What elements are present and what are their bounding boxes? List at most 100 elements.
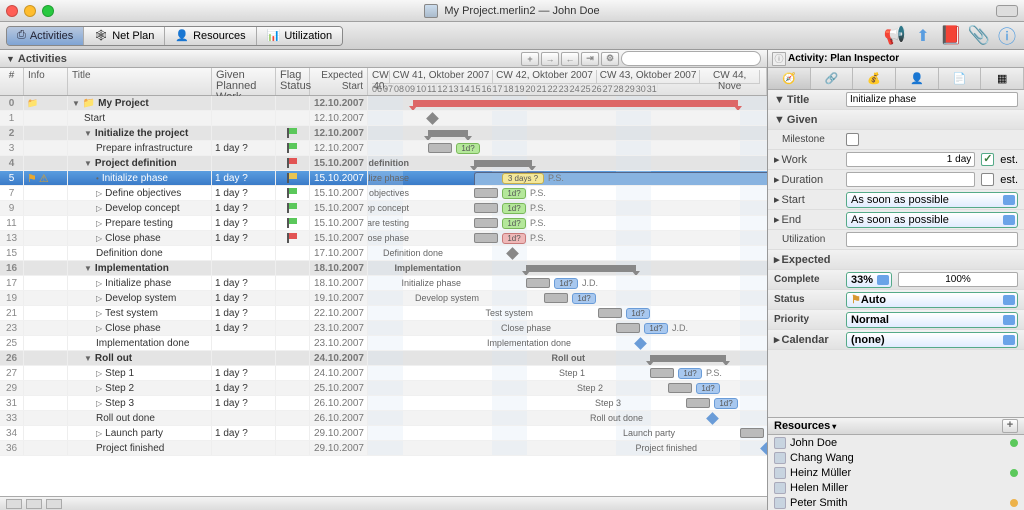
disclosure-icon[interactable]: •: [96, 174, 99, 183]
view-mode-1[interactable]: [6, 499, 22, 509]
task-bar[interactable]: [616, 323, 640, 333]
task-bar[interactable]: [544, 293, 568, 303]
start-select[interactable]: As soon as possible: [846, 192, 1018, 208]
resource-row[interactable]: Chang Wang: [768, 450, 1024, 465]
end-select[interactable]: As soon as possible: [846, 212, 1018, 228]
task-bar[interactable]: [526, 278, 550, 288]
disclosure-icon[interactable]: ▷: [96, 279, 102, 288]
status-select[interactable]: ⚑ Auto: [846, 292, 1018, 308]
activity-row[interactable]: 21▷Test system1 day ?22.10.2007Test syst…: [0, 306, 767, 321]
disclosure-icon[interactable]: ▷: [96, 309, 102, 318]
activity-row[interactable]: 34▷Launch party1 day ?29.10.2007Launch p…: [0, 426, 767, 441]
insp-title-input[interactable]: [846, 92, 1018, 107]
task-bar[interactable]: [474, 203, 498, 213]
activity-row[interactable]: 29▷Step 21 day ?25.10.2007Step 21d?: [0, 381, 767, 396]
activity-row[interactable]: 15Definition done17.10.2007Definition do…: [0, 246, 767, 261]
task-bar[interactable]: [474, 233, 498, 243]
duration-input[interactable]: [846, 172, 975, 187]
tab-netplan[interactable]: 🕸Net Plan: [84, 27, 165, 45]
insp-tab-more[interactable]: ▦: [981, 68, 1024, 89]
col-given[interactable]: GivenPlanned Work: [212, 68, 276, 95]
insp-tab-doc[interactable]: 📄: [939, 68, 982, 89]
insp-tab-dep[interactable]: 🔗: [811, 68, 854, 89]
activity-row[interactable]: 31▷Step 31 day ?26.10.2007Step 31d?: [0, 396, 767, 411]
tab-utilization[interactable]: 📊Utilization: [257, 27, 342, 45]
work-input[interactable]: [846, 152, 975, 167]
minimize-icon[interactable]: [24, 5, 36, 17]
activity-row[interactable]: 13▷Close phase1 day ?15.10.2007Close pha…: [0, 231, 767, 246]
task-bar[interactable]: [686, 398, 710, 408]
activity-row[interactable]: 19▷Develop system1 day ?19.10.2007Develo…: [0, 291, 767, 306]
activity-row[interactable]: 23▷Close phase1 day ?23.10.2007Close pha…: [0, 321, 767, 336]
milestone-icon[interactable]: [506, 247, 519, 260]
complete-pct-select[interactable]: 33%: [846, 272, 892, 288]
activity-row[interactable]: 1Start12.10.2007Start: [0, 111, 767, 126]
task-bar[interactable]: [474, 188, 498, 198]
insp-section-title[interactable]: ▼Title: [768, 90, 1024, 110]
summary-bar[interactable]: [474, 160, 532, 167]
task-bar[interactable]: [740, 428, 764, 438]
activity-row[interactable]: 26▼Roll out24.10.2007Roll out: [0, 351, 767, 366]
activity-row[interactable]: 4▼Project definition15.10.2007Project de…: [0, 156, 767, 171]
col-title[interactable]: Title: [68, 68, 212, 95]
insp-section-expected[interactable]: ▸Expected: [768, 250, 1024, 270]
disclosure-icon[interactable]: ▷: [96, 189, 102, 198]
task-bar[interactable]: [668, 383, 692, 393]
disclosure-icon[interactable]: ▼: [84, 159, 92, 168]
insp-tab-plan[interactable]: 🧭: [768, 68, 811, 89]
summary-bar[interactable]: [413, 100, 738, 107]
tab-activities[interactable]: ⎙Activities: [7, 27, 84, 45]
close-icon[interactable]: [6, 5, 18, 17]
disclosure-icon[interactable]: ▼: [84, 129, 92, 138]
disclosure-icon[interactable]: ▼: [6, 54, 15, 64]
col-info[interactable]: Info: [24, 68, 68, 95]
summary-bar[interactable]: [526, 265, 636, 272]
attachment-icon[interactable]: 📎: [968, 25, 990, 47]
disclosure-icon[interactable]: ▷: [96, 369, 102, 378]
milestone-icon[interactable]: [634, 337, 647, 350]
disclosure-icon[interactable]: ▷: [96, 399, 102, 408]
disclosure-icon[interactable]: ▼: [72, 99, 80, 108]
activity-row[interactable]: 33Roll out done26.10.2007Roll out done: [0, 411, 767, 426]
milestone-checkbox[interactable]: [846, 133, 859, 146]
col-number[interactable]: #: [0, 68, 24, 95]
activity-row[interactable]: 0📁▼📁 My Project12.10.2007My Project: [0, 96, 767, 111]
activity-row[interactable]: 27▷Step 11 day ?24.10.2007Step 11d?P.S.: [0, 366, 767, 381]
disclosure-icon[interactable]: ▷: [96, 204, 102, 213]
task-bar[interactable]: [428, 143, 452, 153]
activity-row[interactable]: 3Prepare infrastructure1 day ?12.10.2007…: [0, 141, 767, 156]
announce-icon[interactable]: 📢: [884, 25, 906, 47]
link-button[interactable]: ⇥: [581, 52, 599, 66]
complete-full-input[interactable]: [898, 272, 1018, 287]
disclosure-icon[interactable]: ▷: [96, 324, 102, 333]
task-bar[interactable]: [598, 308, 622, 318]
library-icon[interactable]: 📕: [940, 25, 962, 47]
zoom-icon[interactable]: [42, 5, 54, 17]
resource-row[interactable]: Peter Smith: [768, 495, 1024, 510]
disclosure-icon[interactable]: ▷: [96, 294, 102, 303]
utilization-input[interactable]: [846, 232, 1018, 247]
publish-icon[interactable]: ⬆: [912, 25, 934, 47]
activity-row[interactable]: 5⚑⚠•Initialize phase1 day ?15.10.2007Ini…: [0, 171, 767, 186]
activity-row[interactable]: 36Project finished29.10.2007Project fini…: [0, 441, 767, 456]
add-resource-button[interactable]: +: [1002, 419, 1018, 433]
activity-row[interactable]: 2▼Initialize the project12.10.2007Initia…: [0, 126, 767, 141]
insp-tab-res[interactable]: 👤: [896, 68, 939, 89]
view-mode-3[interactable]: [46, 499, 62, 509]
activity-row[interactable]: 9▷Develop concept1 day ?15.10.2007Develo…: [0, 201, 767, 216]
milestone-icon[interactable]: [706, 412, 719, 425]
col-expected[interactable]: Expected Start: [310, 68, 368, 95]
indent-button[interactable]: →: [541, 52, 559, 66]
disclosure-icon[interactable]: ▷: [96, 234, 102, 243]
summary-bar[interactable]: [428, 130, 468, 137]
outdent-button[interactable]: ←: [561, 52, 579, 66]
disclosure-icon[interactable]: ▼: [84, 354, 92, 363]
milestone-icon[interactable]: [426, 112, 439, 125]
summary-bar[interactable]: [650, 355, 726, 362]
resource-row[interactable]: Helen Miller: [768, 480, 1024, 495]
task-bar[interactable]: [474, 218, 498, 228]
view-mode-2[interactable]: [26, 499, 42, 509]
toolbar-toggle-icon[interactable]: [996, 5, 1018, 17]
insp-tab-cost[interactable]: 💰: [853, 68, 896, 89]
disclosure-icon[interactable]: ▷: [96, 384, 102, 393]
